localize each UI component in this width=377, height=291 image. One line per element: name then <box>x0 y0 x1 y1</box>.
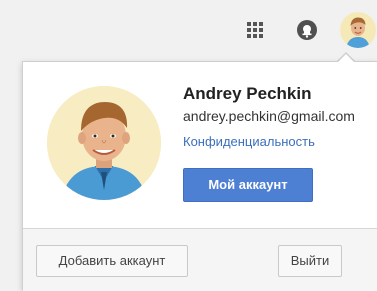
logout-button[interactable]: Выйти <box>278 245 342 277</box>
user-avatar[interactable] <box>340 12 376 48</box>
user-email: andrey.pechkin@gmail.com <box>183 108 355 124</box>
my-account-button[interactable]: Мой аккаунт <box>183 168 313 202</box>
apps-grid-icon[interactable] <box>247 22 265 40</box>
notifications-bell-icon[interactable] <box>296 19 318 41</box>
profile-photo[interactable] <box>47 86 161 200</box>
user-name: Andrey Pechkin <box>183 84 312 103</box>
popover-caret-inner <box>337 54 355 63</box>
popover-footer: Добавить аккаунт Выйти <box>23 228 377 291</box>
account-popover: Andrey Pechkin andrey.pechkin@gmail.com … <box>22 61 377 291</box>
add-account-button[interactable]: Добавить аккаунт <box>36 245 188 277</box>
privacy-link[interactable]: Конфиденциальность <box>183 134 315 149</box>
top-bar <box>0 0 377 62</box>
